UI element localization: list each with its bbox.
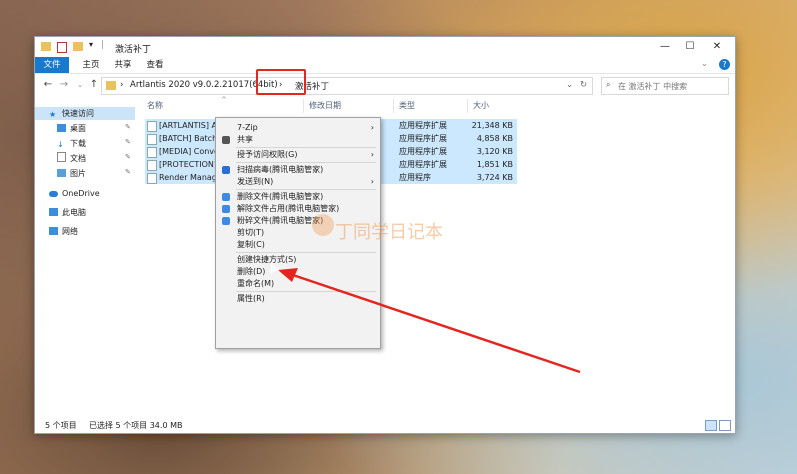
arrow-shaft — [283, 270, 581, 374]
arrow-head — [278, 268, 298, 282]
annotation-arrow — [278, 268, 581, 374]
